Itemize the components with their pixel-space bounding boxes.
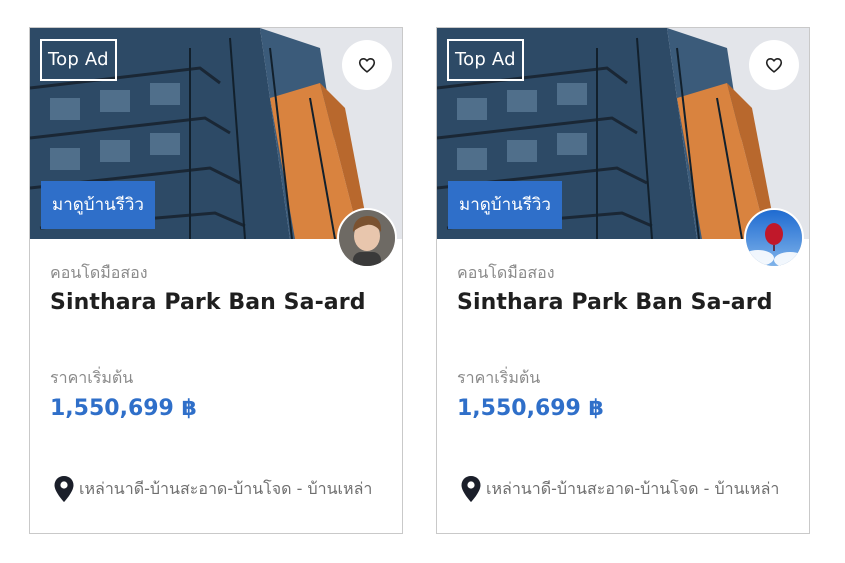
listing-location: เหล่านาดี-บ้านสะอาด-บ้านโจด - บ้านเหล่า bbox=[459, 475, 789, 503]
favorite-button[interactable] bbox=[749, 40, 799, 90]
listing-photo[interactable]: Top Ad มาดูบ้านรีวิว bbox=[437, 28, 809, 239]
location-text: เหล่านาดี-บ้านสะอาด-บ้านโจด - บ้านเหล่า bbox=[79, 478, 373, 498]
top-ad-badge: Top Ad bbox=[447, 39, 524, 81]
agent-avatar[interactable] bbox=[744, 208, 804, 268]
listing-category: คอนโดมือสอง bbox=[457, 263, 555, 282]
map-pin-icon bbox=[461, 476, 481, 502]
price-label: ราคาเริ่มต้น bbox=[50, 368, 134, 387]
listing-title[interactable]: Sinthara Park Ban Sa-ard bbox=[50, 290, 366, 315]
heart-outline-icon bbox=[765, 58, 783, 73]
map-pin-icon bbox=[54, 476, 74, 502]
listing-title[interactable]: Sinthara Park Ban Sa-ard bbox=[457, 290, 773, 315]
heart-outline-icon bbox=[358, 58, 376, 73]
favorite-button[interactable] bbox=[342, 40, 392, 90]
listing-card[interactable]: Top Ad มาดูบ้านรีวิว คอนโดมือสอง Sinthar… bbox=[436, 27, 810, 534]
price-label: ราคาเริ่มต้น bbox=[457, 368, 541, 387]
review-tag[interactable]: มาดูบ้านรีวิว bbox=[41, 181, 155, 229]
review-tag[interactable]: มาดูบ้านรีวิว bbox=[448, 181, 562, 229]
listing-grid: Top Ad มาดูบ้านรีวิว คอนโดมือสอง Sinthar… bbox=[0, 0, 845, 563]
listing-location: เหล่านาดี-บ้านสะอาด-บ้านโจด - บ้านเหล่า bbox=[52, 475, 382, 503]
listing-photo[interactable]: Top Ad มาดูบ้านรีวิว bbox=[30, 28, 402, 239]
listing-price: 1,550,699 ฿ bbox=[50, 396, 197, 421]
listing-card[interactable]: Top Ad มาดูบ้านรีวิว คอนโดมือสอง Sinthar… bbox=[29, 27, 403, 534]
agent-avatar[interactable] bbox=[337, 208, 397, 268]
top-ad-badge: Top Ad bbox=[40, 39, 117, 81]
listing-price: 1,550,699 ฿ bbox=[457, 396, 604, 421]
location-text: เหล่านาดี-บ้านสะอาด-บ้านโจด - บ้านเหล่า bbox=[486, 478, 780, 498]
listing-category: คอนโดมือสอง bbox=[50, 263, 148, 282]
